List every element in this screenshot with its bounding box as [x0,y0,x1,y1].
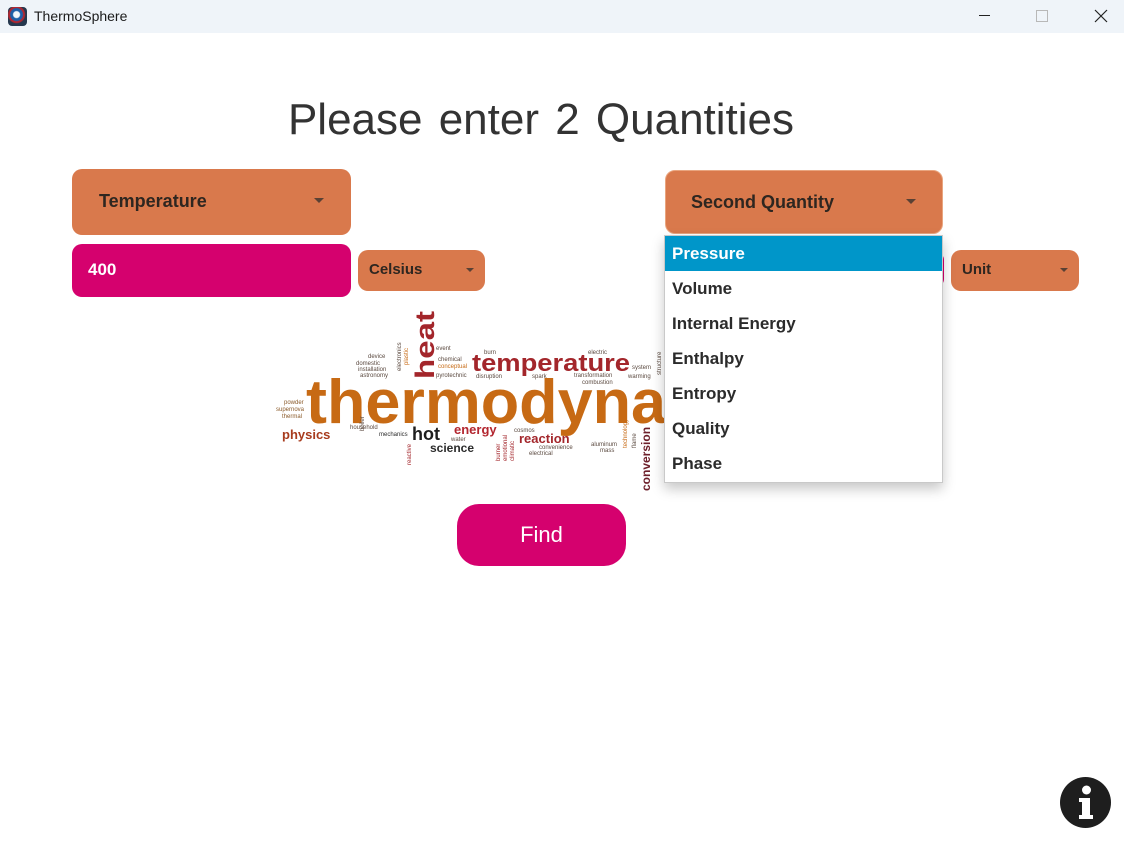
first-quantity-label: Temperature [99,191,207,211]
word-cloud-word: energy [454,422,497,437]
dropdown-option-pressure[interactable]: Pressure [665,236,942,271]
word-cloud-word: chemical [438,357,462,363]
word-cloud-word: warming [627,374,651,380]
word-cloud-word: boiler [360,416,366,431]
word-cloud-word: conceptual [438,364,467,370]
second-quantity-dropdown: Pressure Volume Internal Energy Enthalpy… [664,235,943,483]
word-cloud-word: spark [532,374,548,380]
word-cloud-word: device [368,354,386,360]
word-cloud-word: emotional [503,435,509,461]
word-cloud-word: heat [410,311,440,379]
word-cloud-word: conversion [639,427,653,491]
second-quantity-select[interactable]: Second Quantity [665,170,943,234]
word-cloud-word: water [450,437,466,443]
dropdown-option-quality[interactable]: Quality [665,411,942,446]
word-cloud-word: structure [657,351,663,375]
word-cloud-word: powder [284,400,304,406]
window-titlebar: ThermoSphere [0,0,1124,33]
word-cloud-word: disruption [476,374,502,380]
first-unit-select[interactable]: Celsius [358,250,485,291]
chevron-down-icon [466,268,474,272]
word-cloud-word: climatic [510,441,516,461]
maximize-icon[interactable] [1019,0,1065,33]
word-cloud-word: flame [632,433,638,448]
info-icon[interactable] [1060,777,1111,828]
word-cloud-word: reactive [407,443,413,465]
word-cloud-word: mechanics [379,432,408,438]
word-cloud-word: transformation [574,373,612,379]
word-cloud-word: supernova [276,407,305,413]
word-cloud-word: plastic [404,348,410,365]
thermodynamics-word-cloud: thermodyna heat temperature physics hot … [276,311,665,491]
chevron-down-icon [906,199,916,204]
first-unit-label: Celsius [369,261,423,278]
dropdown-option-enthalpy[interactable]: Enthalpy [665,341,942,376]
first-quantity-select[interactable]: Temperature [72,169,351,235]
second-unit-select[interactable]: Unit [951,250,1079,291]
dropdown-option-internal-energy[interactable]: Internal Energy [665,306,942,341]
first-value-input[interactable]: 400 [72,244,351,297]
word-cloud-word: cosmos [514,428,535,434]
word-cloud-word: pyrotechnic [436,373,467,379]
close-icon[interactable] [1077,0,1123,33]
page-title: Please enter 2 Quantities [287,95,795,144]
word-cloud-word: physics [282,427,330,442]
dropdown-option-phase[interactable]: Phase [665,446,942,481]
chevron-down-icon [1060,268,1068,272]
word-cloud-word: thermal [282,414,302,420]
find-button[interactable]: Find [457,504,626,566]
minimize-icon[interactable] [961,0,1007,33]
word-cloud-word: technology [623,419,629,448]
word-cloud-word: mass [600,448,614,454]
word-cloud-word: burner [496,444,502,461]
word-cloud-word: electric [588,350,607,356]
word-cloud-word: combustion [582,380,613,386]
word-cloud-word: burn [484,350,496,356]
first-value-text: 400 [88,260,117,279]
word-cloud-word: system [632,365,651,371]
dropdown-option-entropy[interactable]: Entropy [665,376,942,411]
dropdown-option-volume[interactable]: Volume [665,271,942,306]
word-cloud-word: astronomy [360,373,388,379]
app-icon [8,7,27,26]
word-cloud-word: electrical [529,451,553,457]
word-cloud-word: science [430,441,474,455]
second-unit-label: Unit [962,261,992,278]
second-quantity-label: Second Quantity [691,192,835,212]
chevron-down-icon [314,198,324,203]
word-cloud-word: event [436,346,451,352]
window-title: ThermoSphere [34,8,128,24]
word-cloud-word: electronics [397,342,403,371]
